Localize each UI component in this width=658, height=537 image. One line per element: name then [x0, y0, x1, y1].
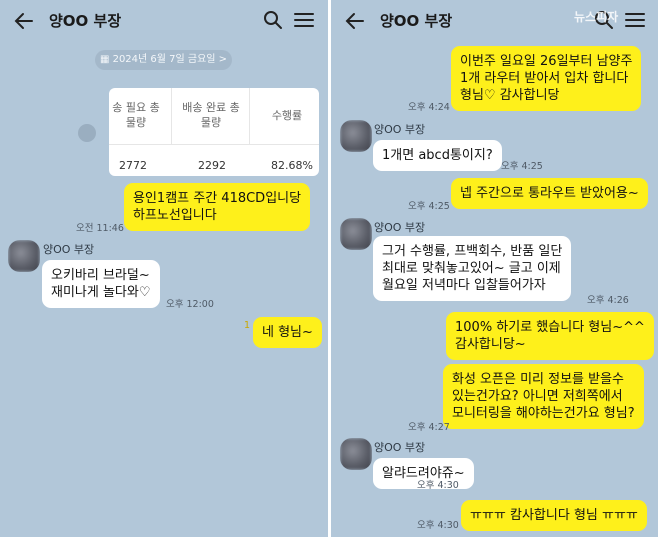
their-message-bubble[interactable]: 그거 수행률, 프백회수, 반품 일단 최대로 맞춰놓고있어~ 글고 이제 월요…	[373, 236, 572, 301]
chat-title: 양OO 부장	[49, 12, 122, 30]
avatar[interactable]	[8, 240, 40, 272]
table-divider	[171, 88, 172, 144]
message-text: 용인1캠프 주간 418CD입니당 하프노선입니다	[133, 191, 302, 223]
sender-name: 양OO 부장	[43, 243, 95, 256]
watermark-logo: 뉴스피자	[574, 10, 619, 24]
my-message-bubble[interactable]: 넵 주간으로 통라우트 받았어용~	[451, 178, 648, 209]
their-message-bubble[interactable]: 오키바리 브라덜~ 재미나게 놀다와♡	[42, 260, 160, 308]
message-text: 1개면 abcd통이지?	[382, 148, 493, 163]
hamburger-menu-icon[interactable]	[623, 9, 647, 31]
message-time: 오전 11:46	[76, 223, 124, 234]
message-time: 오후 4:26	[587, 295, 629, 306]
message-text: 넵 주간으로 통라우트 받았어용~	[460, 186, 639, 201]
date-divider[interactable]: ▦ 2024년 6월 7일 금요일 >	[95, 50, 232, 70]
message-time: 오후 4:30	[417, 480, 459, 491]
avatar[interactable]	[340, 438, 372, 470]
sender-name: 양OO 부장	[374, 221, 426, 234]
my-message-bubble[interactable]: 이번주 일요일 26일부터 남양주 1개 라우터 받아서 입차 합니다 형님♡ …	[451, 46, 642, 111]
table-header-cell: 배송 완료 총 물량	[182, 101, 240, 129]
message-text: 네 형님~	[262, 325, 313, 340]
my-message-bubble[interactable]: 용인1캠프 주간 418CD입니당 하프노선입니다	[124, 183, 311, 231]
left-chat-screen: 양OO 부장 ▦ 2024년 6월 7일 금요일 > 송 필요 총 물량 배송 완…	[0, 0, 328, 537]
my-message-bubble[interactable]: ㅠㅠㅠ 캄사합니다 형님 ㅠㅠㅠ	[461, 500, 647, 531]
message-time: 오후 12:00	[166, 299, 214, 310]
hamburger-menu-icon[interactable]	[292, 9, 316, 31]
message-text: 화성 오픈은 미리 정보를 받을수 있는건가요? 아니면 저희쪽에서 모니터링을…	[452, 372, 635, 421]
avatar[interactable]	[340, 120, 372, 152]
message-time: 오후 4:25	[408, 201, 450, 212]
my-message-bubble[interactable]: 네 형님~	[253, 317, 322, 348]
sender-name: 양OO 부장	[374, 441, 426, 454]
message-time: 오후 4:27	[408, 422, 450, 433]
my-message-bubble[interactable]: 화성 오픈은 미리 정보를 받을수 있는건가요? 아니면 저희쪽에서 모니터링을…	[443, 364, 644, 429]
message-time: 오후 4:24	[408, 102, 450, 113]
table-divider	[249, 88, 250, 144]
table-header-cell: 송 필요 총 물량	[112, 101, 160, 129]
table-header-cell: 수행률	[271, 109, 303, 122]
calendar-icon: ▦	[99, 54, 113, 65]
table-value-cell: 2292	[198, 159, 226, 172]
shared-table-image[interactable]: 송 필요 총 물량 배송 완료 총 물량 수행률 2772 2292 82.68%	[109, 88, 319, 176]
search-icon[interactable]	[262, 9, 284, 31]
sender-name: 양OO 부장	[374, 123, 426, 136]
message-text: 그거 수행률, 프백회수, 반품 일단 최대로 맞춰놓고있어~ 글고 이제 월요…	[382, 244, 563, 293]
chat-title: 양OO 부장	[380, 12, 453, 30]
chat-header: 양OO 부장	[0, 0, 328, 42]
avatar[interactable]	[340, 218, 372, 250]
date-divider-label: 2024년 6월 7일 금요일 >	[112, 54, 228, 65]
message-text: 오키바리 브라덜~ 재미나게 놀다와♡	[51, 268, 151, 300]
message-time: 오후 4:30	[417, 520, 459, 531]
table-value-cell: 2772	[119, 159, 147, 172]
message-text: ㅠㅠㅠ 캄사합니다 형님 ㅠㅠㅠ	[470, 508, 638, 523]
share-icon[interactable]	[78, 124, 96, 142]
table-value-cell: 82.68%	[271, 159, 313, 172]
back-arrow-icon[interactable]	[343, 9, 367, 33]
my-message-bubble[interactable]: 100% 하기로 했습니다 형님~^^ 감사합니당~	[446, 312, 654, 360]
message-time: 오후 4:25	[501, 161, 543, 172]
unread-count: 1	[244, 320, 251, 331]
right-chat-screen: 양OO 부장 이번주 일요일 26일부터 남양주 1개 라우터 받아서 입차 합…	[331, 0, 658, 537]
their-message-bubble[interactable]: 1개면 abcd통이지?	[373, 140, 502, 171]
table-divider	[109, 144, 319, 145]
message-text: 100% 하기로 했습니다 형님~^^ 감사합니당~	[455, 320, 645, 352]
back-arrow-icon[interactable]	[12, 9, 36, 33]
message-text: 이번주 일요일 26일부터 남양주 1개 라우터 받아서 입차 합니다 형님♡ …	[460, 54, 633, 103]
